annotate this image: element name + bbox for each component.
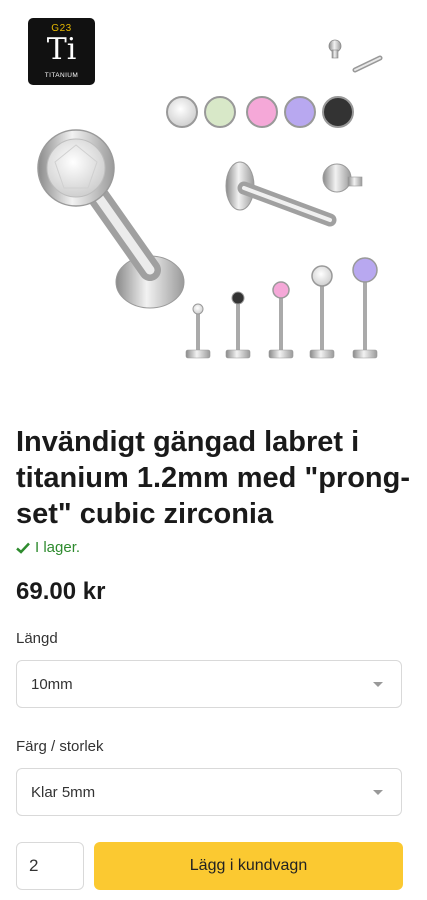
stock-label: I lager. bbox=[35, 539, 81, 556]
color-value: Klar 5mm bbox=[31, 783, 96, 801]
chevron-down-icon bbox=[373, 682, 383, 687]
product-price: 69.00 kr bbox=[16, 578, 106, 605]
product-title: Invändigt gängad labret i titanium 1.2mm… bbox=[16, 426, 411, 530]
color-select[interactable]: Klar 5mm bbox=[16, 768, 402, 816]
quantity-input[interactable]: 2 bbox=[16, 842, 84, 890]
length-label: Längd bbox=[16, 630, 58, 647]
color-label: Färg / storlek bbox=[16, 738, 104, 755]
add-to-cart-button[interactable]: Lägg i kundvagn bbox=[94, 842, 403, 890]
product-illustration bbox=[37, 39, 383, 359]
stock-status: I lager. bbox=[16, 539, 80, 556]
flat-labret bbox=[225, 161, 363, 227]
small-parts bbox=[328, 39, 383, 73]
length-value: 10mm bbox=[31, 675, 73, 693]
length-select[interactable]: 10mm bbox=[16, 660, 402, 708]
gem-row bbox=[166, 96, 354, 128]
large-labret bbox=[37, 129, 185, 309]
size-row bbox=[185, 257, 378, 359]
check-icon bbox=[16, 542, 30, 554]
chevron-down-icon bbox=[373, 790, 383, 795]
product-image[interactable]: G23 Ti TITANIUM bbox=[0, 0, 427, 395]
